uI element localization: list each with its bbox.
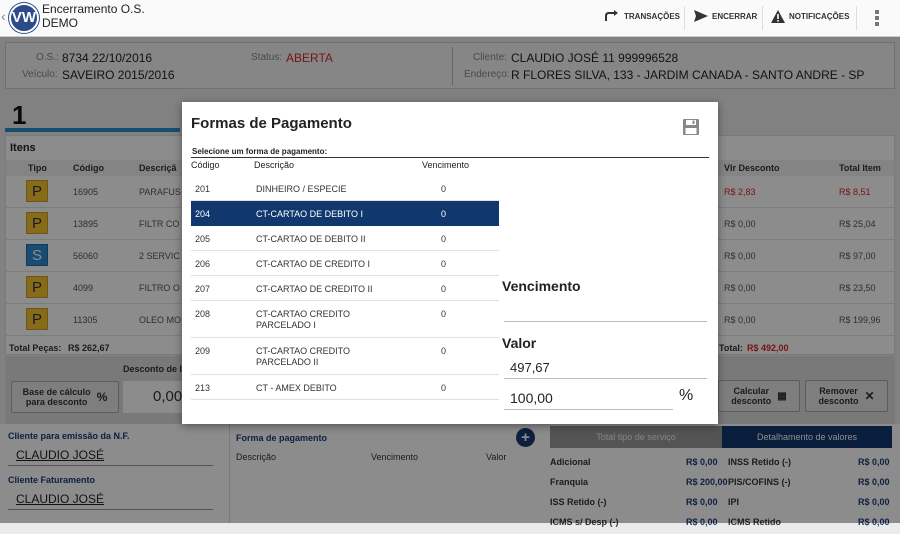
descricao-cell: CT - AMEX DEBITO [256, 383, 337, 393]
codigo-cell: 204 [195, 209, 211, 219]
vencimento-cell: 0 [441, 383, 447, 393]
top-bar: ‹ VW Encerramento O.S. DEMO TRANSAÇÕES E… [0, 0, 900, 37]
encerrar-button[interactable]: ENCERRAR [694, 10, 757, 22]
vencimento-field[interactable] [504, 300, 707, 322]
warning-icon [771, 10, 785, 23]
codigo-cell: 208 [195, 309, 211, 319]
divider [191, 399, 499, 400]
vencimento-cell: 0 [441, 234, 447, 244]
vw-logo: VW [9, 3, 39, 33]
percent-field[interactable]: 100,00 [504, 388, 673, 410]
codigo-cell: 205 [195, 234, 211, 244]
codigo-cell: 213 [195, 383, 211, 393]
payment-method-row[interactable]: 208 CT-CARTAO CREDITO PARCELADO I 0 [191, 301, 499, 338]
divider [762, 6, 763, 30]
descricao-cell: CT-CARTAO CREDITO PARCELADO II [256, 346, 351, 367]
transacoes-label: TRANSAÇÕES [624, 11, 681, 21]
save-icon[interactable] [682, 118, 700, 141]
vencimento-cell: 0 [441, 284, 447, 294]
notificacoes-button[interactable]: NOTIFICAÇÕES [771, 10, 849, 23]
dialog-title: Formas de Pagamento [191, 115, 352, 132]
payment-method-row[interactable]: 205 CT-CARTAO DE DEBITO II 0 [191, 226, 499, 251]
app-title: Encerramento O.S. DEMO [42, 2, 145, 30]
vencimento-cell: 0 [441, 184, 447, 194]
codigo-cell: 201 [195, 184, 211, 194]
transacoes-button[interactable]: TRANSAÇÕES [604, 10, 680, 22]
valor-label: Valor [502, 335, 537, 351]
notificacoes-label: NOTIFICAÇÕES [789, 12, 850, 21]
payment-method-row[interactable]: 213 CT - AMEX DEBITO 0 [191, 375, 499, 400]
col-codigo: Código [191, 160, 220, 170]
divider [684, 6, 685, 30]
vencimento-label: Vencimento [502, 278, 581, 294]
back-icon[interactable]: ‹ [1, 8, 6, 24]
page-title: Encerramento O.S. [42, 2, 145, 16]
logo-text: VW [11, 9, 37, 26]
percent-symbol: % [679, 387, 694, 404]
descricao-cell: CT-CARTAO DE CREDITO I [256, 259, 371, 269]
valor-field[interactable]: 497,67 [504, 357, 707, 379]
codigo-cell: 207 [195, 284, 211, 294]
vencimento-cell: 0 [441, 209, 447, 219]
descricao-cell: DINHEIRO / ESPECIE [256, 184, 347, 194]
payment-method-row[interactable]: 206 CT-CARTAO DE CREDITO I 0 [191, 251, 499, 276]
overflow-menu-icon[interactable] [875, 10, 879, 26]
vencimento-cell: 0 [441, 346, 447, 356]
payment-method-row[interactable]: 201 DINHEIRO / ESPECIE 0 [191, 176, 499, 201]
descricao-cell: CT-CARTAO DE DEBITO II [256, 234, 366, 244]
codigo-cell: 206 [195, 259, 211, 269]
page-subtitle: DEMO [42, 16, 78, 30]
col-vencimento: Vencimento [422, 160, 470, 170]
divider [191, 157, 709, 158]
redo-icon [605, 10, 618, 21]
divider [856, 6, 857, 30]
percent-value: 100,00 [510, 390, 553, 406]
col-descricao: Descrição [254, 160, 295, 170]
formas-pagamento-dialog: Formas de Pagamento Selecione um forma d… [182, 102, 718, 424]
valor-value: 497,67 [510, 360, 550, 375]
payment-method-row[interactable]: 209 CT-CARTAO CREDITO PARCELADO II 0 [191, 338, 499, 375]
descricao-cell: CT-CARTAO CREDITO PARCELADO I [256, 309, 351, 330]
send-icon [694, 10, 708, 22]
payment-method-row[interactable]: 204 CT-CARTAO DE DEBITO I 0 [191, 201, 499, 226]
encerrar-label: ENCERRAR [712, 11, 758, 21]
dialog-subtitle: Selecione um forma de pagamento: [192, 147, 328, 156]
vencimento-cell: 0 [441, 309, 447, 319]
payment-method-row[interactable]: 207 CT-CARTAO DE CREDITO II 0 [191, 276, 499, 301]
vencimento-cell: 0 [441, 259, 447, 269]
descricao-cell: CT-CARTAO DE CREDITO II [256, 284, 373, 294]
codigo-cell: 209 [195, 346, 211, 356]
descricao-cell: CT-CARTAO DE DEBITO I [256, 209, 364, 219]
